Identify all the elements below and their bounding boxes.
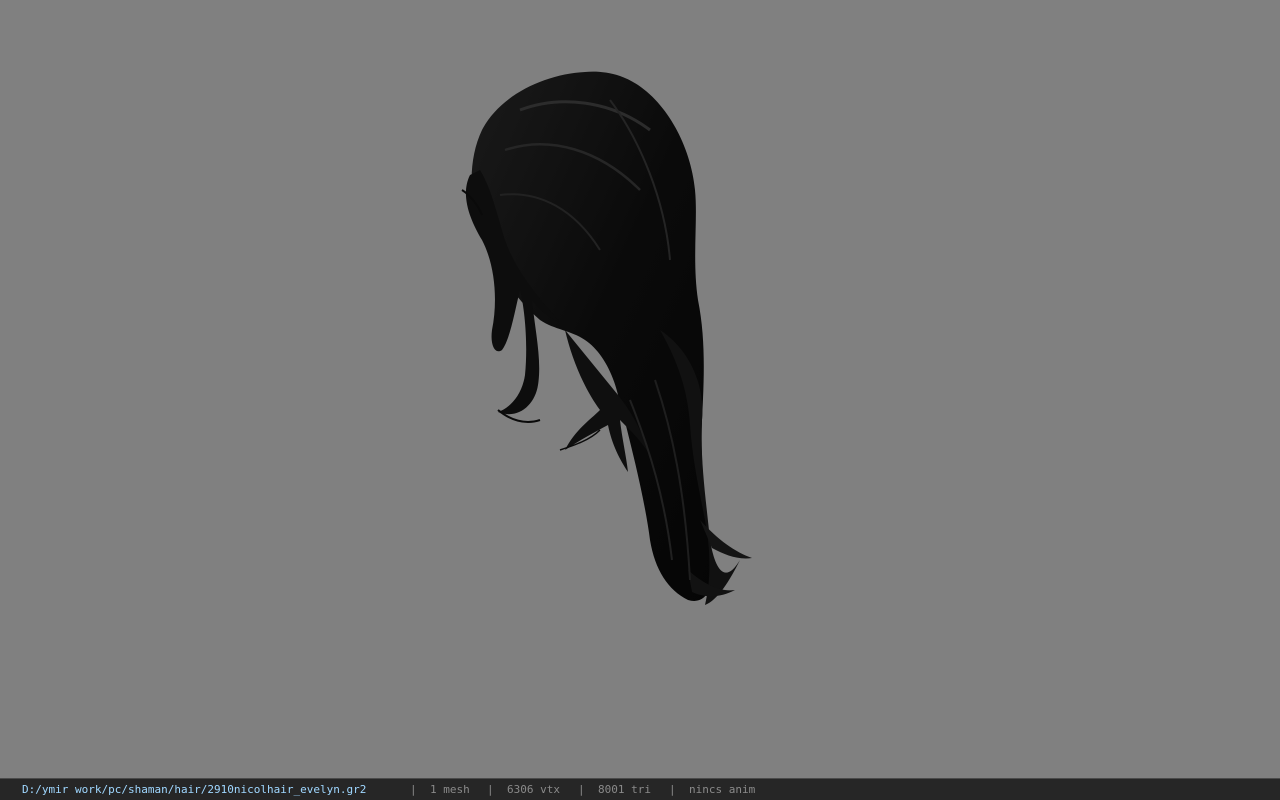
animation-status: nincs anim bbox=[689, 783, 756, 796]
hair-model bbox=[461, 71, 752, 605]
separator: | bbox=[578, 783, 585, 796]
separator: | bbox=[410, 783, 417, 796]
separator: | bbox=[487, 783, 494, 796]
vertex-count: 6306 vtx bbox=[507, 783, 560, 796]
triangle-count: 8001 tri bbox=[598, 783, 651, 796]
mesh-count: 1 mesh bbox=[430, 783, 470, 796]
file-path: D:/ymir work/pc/shaman/hair/2910nicolhai… bbox=[22, 783, 367, 796]
3d-viewport[interactable] bbox=[0, 0, 1280, 778]
status-bar: D:/ymir work/pc/shaman/hair/2910nicolhai… bbox=[0, 778, 1280, 800]
separator: | bbox=[669, 783, 676, 796]
